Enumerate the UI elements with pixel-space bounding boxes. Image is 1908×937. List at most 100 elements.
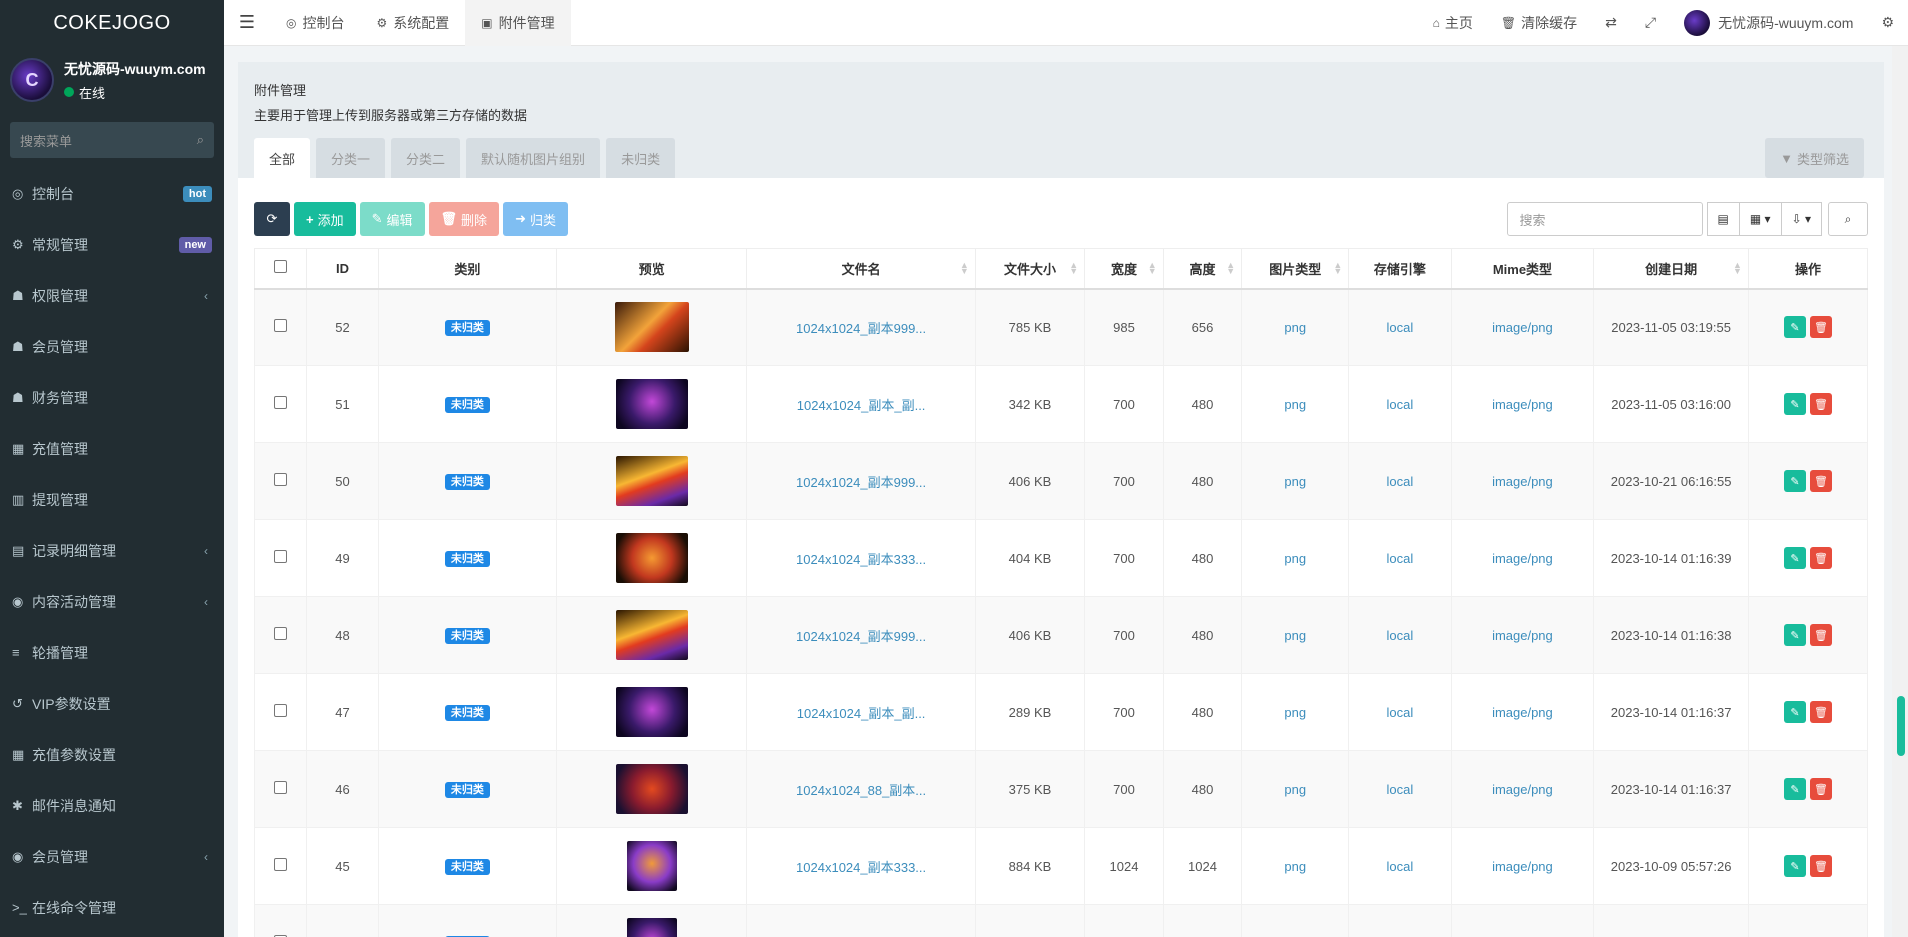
cell-preview[interactable] bbox=[556, 673, 748, 751]
add-button[interactable]: + 添加 bbox=[294, 202, 356, 236]
cell-preview[interactable] bbox=[556, 288, 748, 366]
sidebar-item-10[interactable]: ↺ VIP参数设置 bbox=[0, 678, 224, 729]
cell-storage[interactable] bbox=[1348, 904, 1452, 937]
cell-mime[interactable]: image/png bbox=[1450, 750, 1595, 828]
preview-thumbnail[interactable] bbox=[614, 302, 689, 353]
sidebar-item-13[interactable]: ◉ 会员管理 ‹ bbox=[0, 831, 224, 882]
edit-row-button[interactable]: ✎ bbox=[1783, 316, 1806, 339]
column-header-4[interactable]: 文件大小 ▲ ▼ bbox=[974, 248, 1086, 290]
cell-mime[interactable] bbox=[1450, 904, 1595, 937]
cell-mime[interactable]: image/png bbox=[1450, 442, 1595, 520]
sidebar-item-7[interactable]: ▤ 记录明细管理 ‹ bbox=[0, 525, 224, 576]
row-checkbox[interactable] bbox=[253, 288, 308, 366]
cell-type[interactable]: png bbox=[1241, 442, 1350, 520]
cell-mime[interactable]: image/png bbox=[1450, 827, 1595, 905]
cell-filename[interactable]: 1024x1024_副本_副... bbox=[746, 673, 976, 751]
cell-preview[interactable] bbox=[556, 365, 748, 443]
column-header-5[interactable]: 宽度 ▲ ▼ bbox=[1084, 248, 1164, 290]
cell-filename[interactable]: 1024x1024_副本_副... bbox=[746, 365, 976, 443]
row-checkbox[interactable] bbox=[253, 904, 308, 937]
cell-filename[interactable]: 1024x1024_副本333... bbox=[746, 827, 976, 905]
fullscreen-icon[interactable]: ⤢ bbox=[1631, 14, 1670, 31]
cell-type[interactable]: png bbox=[1241, 288, 1350, 366]
columns-icon[interactable]: ▦ ▾ bbox=[1739, 202, 1782, 236]
row-checkbox[interactable] bbox=[253, 673, 308, 751]
cell-storage[interactable]: local bbox=[1348, 673, 1452, 751]
cell-mime[interactable]: image/png bbox=[1450, 365, 1595, 443]
toggle-view-icon[interactable]: ▤ bbox=[1706, 202, 1740, 236]
edit-row-button[interactable]: ✎ bbox=[1783, 470, 1806, 492]
preview-thumbnail[interactable] bbox=[615, 764, 688, 814]
cell-storage[interactable]: local bbox=[1348, 596, 1452, 674]
search-button[interactable]: ⌕ bbox=[1828, 202, 1868, 236]
row-checkbox[interactable] bbox=[253, 365, 308, 443]
filename-link[interactable]: 1024x1024_副本_副... bbox=[797, 398, 926, 413]
edit-row-button[interactable]: ✎ bbox=[1783, 624, 1806, 646]
cell-storage[interactable]: local bbox=[1348, 442, 1452, 520]
cell-mime[interactable]: image/png bbox=[1450, 519, 1595, 597]
sidebar-item-11[interactable]: ▦ 充值参数设置 bbox=[0, 729, 224, 780]
cell-mime[interactable]: image/png bbox=[1450, 596, 1595, 674]
sidebar-item-8[interactable]: ◉ 内容活动管理 ‹ bbox=[0, 576, 224, 627]
sidebar-item-14[interactable]: >_ 在线命令管理 bbox=[0, 882, 224, 933]
filename-link[interactable]: 1024x1024_副本_副... bbox=[797, 706, 926, 721]
preview-thumbnail[interactable] bbox=[615, 610, 688, 660]
preview-thumbnail[interactable] bbox=[615, 687, 688, 737]
column-header-3[interactable]: 文件名 ▲ ▼ bbox=[746, 248, 976, 290]
filename-link[interactable]: 1024x1024_88_副本... bbox=[796, 783, 926, 798]
sidebar-item-1[interactable]: ⚙ 常规管理 new bbox=[0, 219, 224, 270]
refresh-button[interactable]: ⟳ bbox=[254, 202, 290, 236]
cell-preview[interactable] bbox=[556, 519, 748, 597]
cell-filename[interactable]: 1024x1024_副本999... bbox=[746, 288, 976, 366]
select-all-checkbox[interactable] bbox=[253, 248, 308, 290]
cell-preview[interactable] bbox=[556, 904, 748, 937]
sidebar-item-6[interactable]: ▥ 提现管理 bbox=[0, 474, 224, 525]
filename-link[interactable]: 1024x1024_副本999... bbox=[796, 475, 926, 490]
edit-row-button[interactable]: ✎ bbox=[1783, 778, 1806, 800]
category-tab-4[interactable]: 未归类 bbox=[606, 138, 676, 178]
cell-filename[interactable]: 1024x1024_副本999... bbox=[746, 442, 976, 520]
table-search-input[interactable]: 搜索 bbox=[1506, 202, 1703, 236]
delete-row-button[interactable]: 🗑 bbox=[1809, 624, 1832, 646]
home-link[interactable]: ⌂ 主页 bbox=[1419, 13, 1487, 33]
page-scrollbar[interactable] bbox=[1892, 46, 1908, 937]
filename-link[interactable]: 1024x1024_副本999... bbox=[796, 629, 926, 644]
filename-link[interactable]: 1024x1024_副本999... bbox=[796, 321, 926, 336]
header-tab-2[interactable]: ▣ 附件管理 bbox=[465, 0, 571, 46]
delete-button[interactable]: 🗑 删除 bbox=[428, 202, 500, 236]
preview-thumbnail[interactable] bbox=[615, 533, 688, 583]
sidebar-item-2[interactable]: ☗ 权限管理 ‹ bbox=[0, 270, 224, 321]
export-icon[interactable]: ⇩ ▾ bbox=[1781, 202, 1822, 236]
edit-row-button[interactable]: ✎ bbox=[1783, 855, 1806, 877]
cell-type[interactable] bbox=[1241, 904, 1350, 937]
cell-mime[interactable]: image/png bbox=[1450, 673, 1595, 751]
header-tab-0[interactable]: ◎ 控制台 bbox=[270, 0, 360, 46]
cell-filename[interactable]: 1024x1024_副本333... bbox=[746, 519, 976, 597]
category-tab-3[interactable]: 默认随机图片组别 bbox=[466, 138, 601, 178]
preview-thumbnail[interactable] bbox=[615, 456, 688, 506]
cell-preview[interactable] bbox=[556, 750, 748, 828]
edit-row-button[interactable]: ✎ bbox=[1783, 547, 1806, 569]
cell-mime[interactable]: image/png bbox=[1450, 288, 1595, 366]
language-icon[interactable]: ⇄ bbox=[1591, 14, 1631, 31]
edit-button[interactable]: ✎ 编辑 bbox=[359, 202, 425, 236]
menu-search-input[interactable]: 搜索菜单 ⌕ bbox=[10, 122, 214, 158]
cell-storage[interactable]: local bbox=[1348, 827, 1452, 905]
menu-toggle-icon[interactable]: ☰ bbox=[224, 12, 270, 33]
brand-logo[interactable]: COKEJOGO bbox=[0, 0, 224, 46]
edit-row-button[interactable]: ✎ bbox=[1783, 393, 1806, 415]
delete-row-button[interactable]: 🗑 bbox=[1809, 778, 1832, 800]
sidebar-item-0[interactable]: ◎ 控制台 hot bbox=[0, 168, 224, 219]
category-tab-0[interactable]: 全部 bbox=[254, 138, 311, 178]
clear-cache-button[interactable]: 🗑 清除缓存 bbox=[1487, 13, 1591, 33]
cell-type[interactable]: png bbox=[1241, 365, 1350, 443]
cell-preview[interactable] bbox=[556, 827, 748, 905]
category-tab-1[interactable]: 分类一 bbox=[316, 138, 386, 178]
cell-type[interactable]: png bbox=[1241, 673, 1350, 751]
cell-filename[interactable] bbox=[746, 904, 976, 937]
delete-row-button[interactable]: 🗑 bbox=[1809, 470, 1832, 492]
cell-storage[interactable]: local bbox=[1348, 519, 1452, 597]
cell-type[interactable]: png bbox=[1241, 519, 1350, 597]
sidebar-item-5[interactable]: ▦ 充值管理 bbox=[0, 423, 224, 474]
cell-storage[interactable]: local bbox=[1348, 365, 1452, 443]
